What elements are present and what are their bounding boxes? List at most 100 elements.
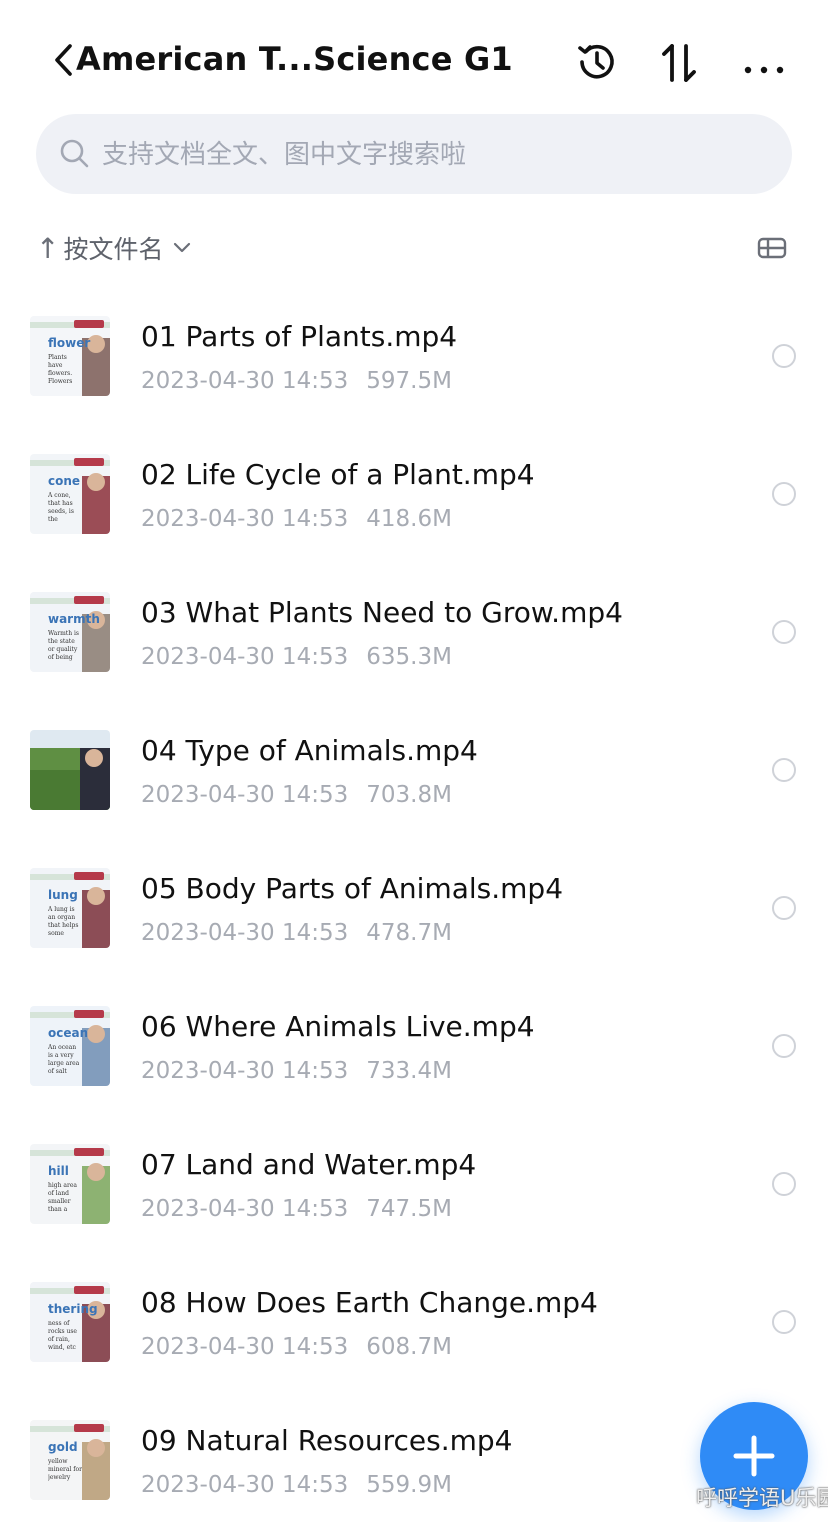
file-meta: 2023-04-30 14:53 703.8M (141, 782, 452, 808)
file-item[interactable]: 04 Type of Animals.mp4 2023-04-30 14:53 70… (0, 700, 828, 838)
file-name: 01 Parts of Plants.mp4 (141, 320, 458, 353)
thumbnail-caption: warmth (48, 612, 100, 626)
select-checkbox[interactable] (772, 482, 796, 506)
file-name: 04 Type of Animals.mp4 (141, 734, 478, 767)
file-item[interactable]: hill high area of land smaller than a mou… (0, 1114, 828, 1252)
file-meta: 2023-04-30 14:53 478.7M (141, 920, 452, 946)
file-name: 02 Life Cycle of a Plant.mp4 (141, 458, 535, 491)
thumbnail-image (30, 730, 110, 810)
file-size: 597.5M (366, 368, 452, 394)
select-checkbox[interactable] (772, 758, 796, 782)
chevron-down-icon (174, 242, 191, 253)
file-item[interactable]: flower Plants have flowers. Flowers make … (0, 286, 828, 424)
history-icon (578, 44, 614, 79)
thumbnail-caption: flower (48, 336, 91, 350)
file-date: 2023-04-30 14:53 (141, 1334, 349, 1360)
sort-icon (662, 44, 696, 82)
sort-direction-arrow: ↑ (36, 231, 60, 265)
file-list: flower Plants have flowers. Flowers make … (0, 286, 828, 1522)
file-date: 2023-04-30 14:53 (141, 1058, 349, 1084)
view-mode-button[interactable] (756, 234, 788, 262)
select-checkbox[interactable] (772, 1172, 796, 1196)
file-name: 08 How Does Earth Change.mp4 (141, 1286, 598, 1319)
video-thumbnail: gold yellow mineral for jewelry (30, 1420, 110, 1500)
thumbnail-caption: ocean (48, 1026, 89, 1040)
file-date: 2023-04-30 14:53 (141, 644, 349, 670)
select-checkbox[interactable] (772, 344, 796, 368)
file-browser-screen: American T...Science G1 支持文档全文、图中文字搜索啦 ↑… (0, 0, 828, 1522)
file-size: 635.3M (366, 644, 452, 670)
plus-icon (733, 1435, 775, 1477)
search-input[interactable] (100, 134, 764, 176)
file-size: 559.9M (366, 1472, 452, 1498)
thumbnail-caption: cone (48, 474, 81, 488)
file-meta: 2023-04-30 14:53 597.5M (141, 368, 452, 394)
file-item[interactable]: cone A cone, that has seeds, is the 02 Lif… (0, 424, 828, 562)
back-button[interactable] (52, 42, 76, 78)
thumbnail-caption: thering (48, 1302, 98, 1316)
search-icon (60, 139, 89, 168)
video-thumbnail: thering ness of rocks use of rain, wind, … (30, 1282, 110, 1362)
video-thumbnail: hill high area of land smaller than a mou… (30, 1144, 110, 1224)
more-horizontal-icon (744, 66, 784, 74)
file-meta: 2023-04-30 14:53 608.7M (141, 1334, 452, 1360)
thumbnail-caption: gold (48, 1440, 78, 1454)
history-button[interactable] (572, 38, 620, 86)
file-size: 418.6M (366, 506, 452, 532)
file-size: 733.4M (366, 1058, 452, 1084)
file-date: 2023-04-30 14:53 (141, 1472, 349, 1498)
select-checkbox[interactable] (772, 1034, 796, 1058)
file-name: 07 Land and Water.mp4 (141, 1148, 477, 1181)
file-date: 2023-04-30 14:53 (141, 782, 349, 808)
page-title: American T...Science G1 (76, 40, 513, 78)
file-date: 2023-04-30 14:53 (141, 920, 349, 946)
video-thumbnail: warmth Warmth is the state or quality of … (30, 592, 110, 672)
file-item[interactable]: warmth Warmth is the state or quality of … (0, 562, 828, 700)
sort-by-name-button[interactable]: ↑ 按文件名 (36, 226, 191, 270)
chevron-left-icon (55, 44, 72, 76)
file-date: 2023-04-30 14:53 (141, 506, 349, 532)
video-thumbnail: cone A cone, that has seeds, is the (30, 454, 110, 534)
file-item[interactable]: thering ness of rocks use of rain, wind, … (0, 1252, 828, 1390)
thumbnail-description: yellow mineral for jewelry (48, 1458, 82, 1481)
file-meta: 2023-04-30 14:53 635.3M (141, 644, 452, 670)
file-size: 478.7M (366, 920, 452, 946)
file-name: 05 Body Parts of Animals.mp4 (141, 872, 564, 905)
thumbnail-description: high area of land smaller than a mountai… (48, 1182, 77, 1213)
select-checkbox[interactable] (772, 620, 796, 644)
grid-list-icon (757, 237, 787, 259)
thumbnail-description: A lung is an organ that helps some anima… (48, 906, 79, 937)
video-thumbnail (30, 730, 110, 810)
file-name: 03 What Plants Need to Grow.mp4 (141, 596, 623, 629)
file-date: 2023-04-30 14:53 (141, 368, 349, 394)
select-checkbox[interactable] (772, 1310, 796, 1334)
thumbnail-description: An ocean is a very large area of salt wa… (48, 1044, 80, 1075)
thumbnail-description: ness of rocks use of rain, wind, etc (48, 1320, 77, 1351)
file-meta: 2023-04-30 14:53 733.4M (141, 1058, 452, 1084)
sort-button[interactable] (656, 38, 704, 86)
file-meta: 2023-04-30 14:53 559.9M (141, 1472, 452, 1498)
thumbnail-description: Warmth is the state or quality of being … (48, 630, 79, 661)
video-thumbnail: ocean An ocean is a very large area of sa… (30, 1006, 110, 1086)
top-bar: American T...Science G1 (0, 30, 828, 94)
file-size: 608.7M (366, 1334, 452, 1360)
video-thumbnail: flower Plants have flowers. Flowers make … (30, 316, 110, 396)
thumbnail-caption: hill (48, 1164, 69, 1178)
more-button[interactable] (740, 38, 788, 86)
thumbnail-description: Plants have flowers. Flowers make fruit. (48, 354, 73, 385)
file-meta: 2023-04-30 14:53 747.5M (141, 1196, 452, 1222)
thumbnail-description: A cone, that has seeds, is the (48, 492, 74, 523)
select-checkbox[interactable] (772, 896, 796, 920)
file-item[interactable]: ocean An ocean is a very large area of sa… (0, 976, 828, 1114)
thumbnail-caption: lung (48, 888, 78, 902)
file-item[interactable]: lung A lung is an organ that helps some a… (0, 838, 828, 976)
sort-label: 按文件名 (63, 235, 164, 264)
file-meta: 2023-04-30 14:53 418.6M (141, 506, 452, 532)
watermark: 呼呼学语U乐园 (696, 1486, 828, 1510)
file-name: 09 Natural Resources.mp4 (141, 1424, 513, 1457)
file-size: 747.5M (366, 1196, 452, 1222)
file-size: 703.8M (366, 782, 452, 808)
file-name: 06 Where Animals Live.mp4 (141, 1010, 535, 1043)
file-date: 2023-04-30 14:53 (141, 1196, 349, 1222)
video-thumbnail: lung A lung is an organ that helps some a… (30, 868, 110, 948)
